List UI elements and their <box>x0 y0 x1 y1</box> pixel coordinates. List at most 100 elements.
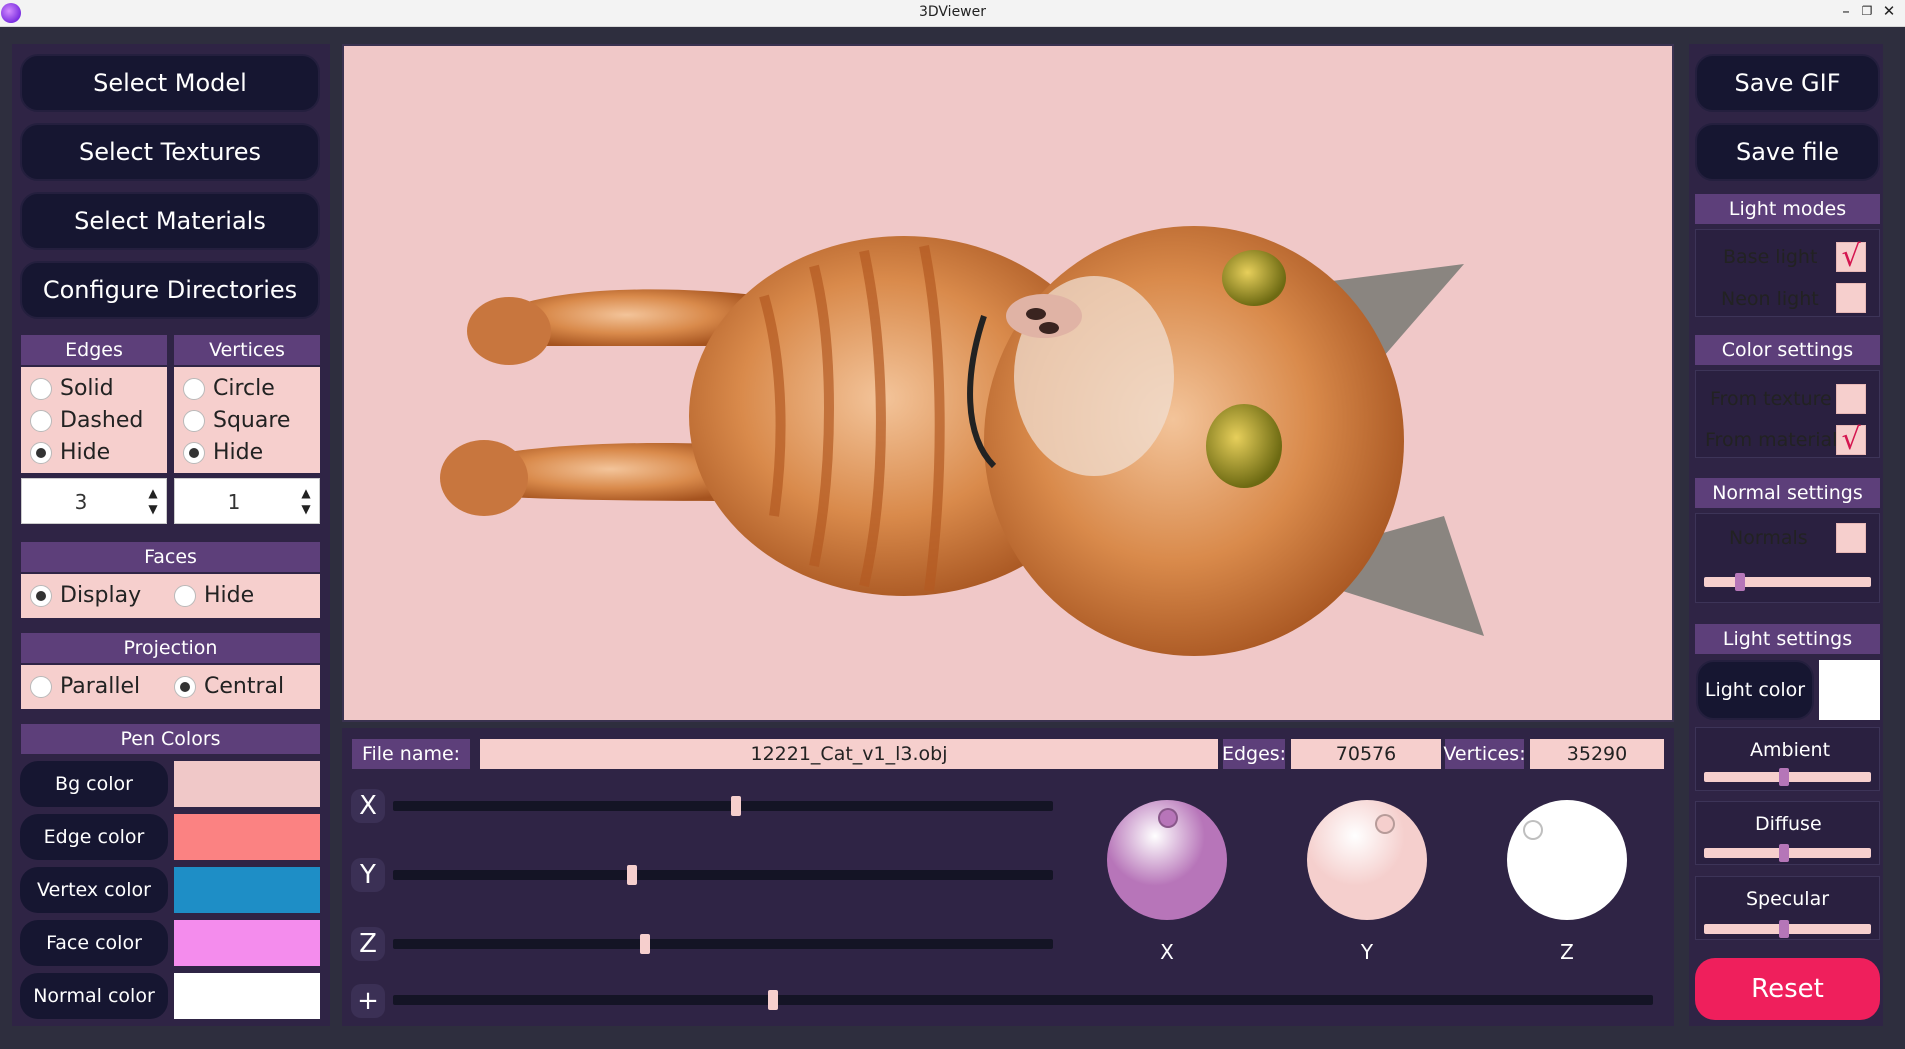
light-settings-header: Light settings <box>1695 624 1880 654</box>
knob-x-label: X <box>1160 940 1174 964</box>
normal-color-swatch[interactable] <box>174 973 320 1019</box>
maximize-icon[interactable]: ❐ <box>1858 4 1876 18</box>
slider-handle[interactable] <box>768 990 778 1010</box>
projection-parallel-radio[interactable]: Parallel <box>30 674 140 699</box>
radio-circle[interactable] <box>174 675 196 698</box>
faces-hide-radio[interactable]: Hide <box>174 583 254 608</box>
radio-circle[interactable] <box>30 675 52 698</box>
vertices-hide-radio[interactable]: Hide <box>183 440 263 465</box>
radio-circle[interactable] <box>30 584 52 607</box>
neon-light-checkbox[interactable] <box>1836 283 1866 313</box>
edges-dashed-radio[interactable]: Dashed <box>30 408 143 433</box>
from-material-label: From material <box>1705 429 1838 451</box>
radio-circle[interactable] <box>183 409 205 432</box>
select-model-button[interactable]: Select Model <box>20 54 320 112</box>
rotate-x-slider[interactable] <box>393 796 1053 816</box>
normals-label: Normals <box>1729 527 1808 549</box>
vertex-color-swatch[interactable] <box>174 867 320 913</box>
close-icon[interactable]: ✕ <box>1880 2 1898 20</box>
select-textures-button[interactable]: Select Textures <box>20 123 320 181</box>
slider-handle[interactable] <box>1779 920 1790 938</box>
knob-y[interactable] <box>1307 800 1427 920</box>
normal-settings-header: Normal settings <box>1695 478 1880 508</box>
slider-handle[interactable] <box>1735 573 1746 591</box>
vertices-count-value: 35290 <box>1530 739 1664 769</box>
spin-arrows-icon[interactable]: ▲ ▼ <box>297 485 315 517</box>
light-modes-header: Light modes <box>1695 194 1880 224</box>
vertices-circle-radio[interactable]: Circle <box>183 376 275 401</box>
reset-button[interactable]: Reset <box>1695 958 1880 1020</box>
select-materials-button[interactable]: Select Materials <box>20 192 320 250</box>
slider-handle[interactable] <box>1779 768 1790 786</box>
faces-display-radio[interactable]: Display <box>30 583 141 608</box>
knob-indicator <box>1375 814 1395 834</box>
radio-circle[interactable] <box>183 441 205 464</box>
radio-circle[interactable] <box>30 441 52 464</box>
radio-circle[interactable] <box>30 409 52 432</box>
specular-slider[interactable] <box>1704 920 1871 938</box>
bg-color-swatch[interactable] <box>174 761 320 807</box>
neon-light-label: Neon light <box>1721 288 1819 310</box>
from-material-checkbox[interactable]: √ <box>1836 425 1866 455</box>
scale-slider[interactable] <box>393 990 1653 1010</box>
edge-color-swatch[interactable] <box>174 814 320 860</box>
knob-z-label: Z <box>1560 940 1574 964</box>
color-settings-header: Color settings <box>1695 335 1880 365</box>
ambient-slider[interactable] <box>1704 768 1871 786</box>
base-light-label: Base light <box>1723 246 1818 268</box>
faces-header: Faces <box>21 542 320 572</box>
from-texture-label: From texture <box>1710 388 1832 410</box>
projection-central-radio[interactable]: Central <box>174 674 284 699</box>
edge-color-button[interactable]: Edge color <box>20 814 168 860</box>
slider-handle[interactable] <box>1779 844 1790 862</box>
knob-y-label: Y <box>1360 940 1374 964</box>
cat-model-render <box>440 226 1484 656</box>
slider-handle[interactable] <box>627 865 637 885</box>
diffuse-slider[interactable] <box>1704 844 1871 862</box>
normal-color-button[interactable]: Normal color <box>20 973 168 1019</box>
knob-z[interactable] <box>1507 800 1627 920</box>
rotate-z-button[interactable]: Z <box>351 927 385 961</box>
knob-indicator <box>1523 820 1543 840</box>
knob-x[interactable] <box>1107 800 1227 920</box>
radio-circle[interactable] <box>183 377 205 400</box>
light-color-button[interactable]: Light color <box>1696 660 1814 720</box>
rotate-x-button[interactable]: X <box>351 789 385 823</box>
base-light-checkbox[interactable]: √ <box>1836 242 1866 272</box>
radio-circle[interactable] <box>174 584 196 607</box>
file-name-label: File name: <box>352 739 470 769</box>
face-color-swatch[interactable] <box>174 920 320 966</box>
edges-hide-radio[interactable]: Hide <box>30 440 110 465</box>
from-texture-checkbox[interactable] <box>1836 384 1866 414</box>
radio-circle[interactable] <box>30 377 52 400</box>
configure-directories-button[interactable]: Configure Directories <box>20 261 320 319</box>
minimize-icon[interactable]: – <box>1837 2 1855 20</box>
scale-button[interactable]: + <box>351 984 385 1018</box>
save-file-button[interactable]: Save file <box>1695 123 1880 181</box>
normals-checkbox[interactable] <box>1836 523 1866 553</box>
face-color-button[interactable]: Face color <box>20 920 168 966</box>
model-viewport[interactable] <box>342 44 1674 722</box>
edges-solid-radio[interactable]: Solid <box>30 376 114 401</box>
edge-thickness-spinbox[interactable]: 3 ▲ ▼ <box>21 478 167 524</box>
slider-handle[interactable] <box>640 934 650 954</box>
rotate-y-button[interactable]: Y <box>351 858 385 892</box>
bg-color-button[interactable]: Bg color <box>20 761 168 807</box>
vertices-count-label: Vertices: <box>1443 739 1526 769</box>
spin-arrows-icon[interactable]: ▲ ▼ <box>144 485 162 517</box>
normal-length-slider[interactable] <box>1704 573 1871 591</box>
rotate-y-slider[interactable] <box>393 865 1053 885</box>
specular-label: Specular <box>1746 888 1830 910</box>
save-gif-button[interactable]: Save GIF <box>1695 54 1880 112</box>
slider-handle[interactable] <box>731 796 741 816</box>
vertex-color-button[interactable]: Vertex color <box>20 867 168 913</box>
file-name-value: 12221_Cat_v1_l3.obj <box>480 739 1218 769</box>
knob-indicator <box>1158 808 1178 828</box>
title-bar: 3DViewer – ❐ ✕ <box>0 0 1905 27</box>
ambient-label: Ambient <box>1750 739 1831 761</box>
light-color-swatch[interactable] <box>1819 660 1880 720</box>
vertices-square-radio[interactable]: Square <box>183 408 290 433</box>
vertex-size-spinbox[interactable]: 1 ▲ ▼ <box>174 478 320 524</box>
rotate-z-slider[interactable] <box>393 934 1053 954</box>
window-title: 3DViewer <box>918 4 987 20</box>
